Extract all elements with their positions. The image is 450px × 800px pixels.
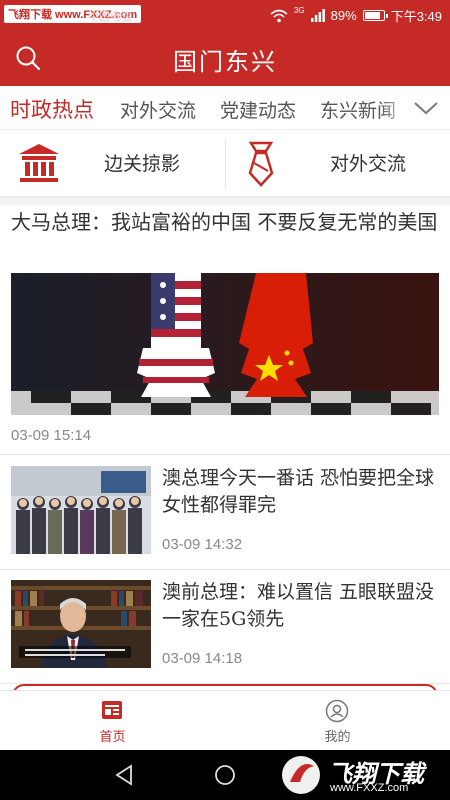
- list-item[interactable]: 澳前总理：难以置信 五眼联盟没一家在5G领先 03-09 14:18: [0, 570, 450, 684]
- nav-home[interactable]: 首页: [0, 691, 225, 751]
- headline-title: 大马总理：我站富裕的中国 不要反复无常的美国: [11, 210, 438, 234]
- signal-icon: [310, 9, 325, 22]
- wifi-icon: [270, 9, 288, 22]
- quick-link-label: 边关掠影: [104, 153, 181, 175]
- headline-article[interactable]: 大马总理：我站富裕的中国 不要反复无常的美国 03-09 15:14: [0, 205, 450, 455]
- battery-percent: 89%: [330, 8, 357, 23]
- tab-foreign-exchange[interactable]: 对外交流: [120, 96, 196, 123]
- system-nav-bar: 飞翔下载 www.FXXZ.com: [0, 750, 450, 800]
- status-icons: 3G 89% 下午3:49: [270, 6, 442, 25]
- category-tabs: 时政热点 对外交流 党建动态 东兴新闻: [0, 86, 450, 130]
- app-header: 国门东兴: [0, 30, 450, 86]
- clock: 下午3:49: [390, 9, 442, 24]
- article-time: 03-09 14:18: [162, 650, 243, 667]
- back-icon[interactable]: [113, 763, 137, 787]
- user-icon: [325, 699, 349, 723]
- watermark-logo: 飞翔下载 www.FXXZ.com: [280, 754, 440, 796]
- nav-profile[interactable]: 我的: [225, 691, 450, 751]
- nav-label: 我的: [324, 730, 351, 745]
- tab-party-building[interactable]: 党建动态: [220, 96, 296, 123]
- bottom-nav: 首页 我的: [0, 690, 450, 750]
- quick-link-border-scenes[interactable]: 边关掠影: [0, 131, 225, 197]
- watermark-icon: [282, 756, 320, 794]
- app-title: 国门东兴: [173, 48, 277, 76]
- article-thumbnail: [11, 466, 151, 554]
- home-icon[interactable]: [213, 763, 237, 787]
- battery-icon: [362, 10, 388, 21]
- status-bar: 飞翔下载 www.FXXZ.com 中国电信 3G 89% 下午3:49: [0, 0, 450, 30]
- headline-time: 03-09 15:14: [11, 427, 92, 444]
- article-time: 03-09 14:32: [162, 536, 243, 553]
- news-icon: [102, 701, 122, 719]
- nav-label: 首页: [99, 730, 126, 745]
- building-icon: [19, 144, 59, 182]
- article-title: 澳前总理：难以置信 五眼联盟没一家在5G领先: [162, 581, 435, 630]
- quick-links: 边关掠影 对外交流: [0, 131, 450, 197]
- headline-image: [11, 273, 439, 415]
- list-item[interactable]: 澳总理今天一番话 恐怕要把全球女性都得罪完 03-09 14:32: [0, 456, 450, 570]
- chevron-down-icon[interactable]: [412, 96, 440, 120]
- network-type: 3G: [293, 6, 305, 15]
- article-thumbnail: [11, 580, 151, 668]
- article-title: 澳总理今天一番话 恐怕要把全球女性都得罪完: [162, 467, 435, 516]
- carrier-label: 中国电信: [88, 11, 132, 23]
- quick-link-foreign-exchange[interactable]: 对外交流: [225, 131, 450, 197]
- quick-link-label: 对外交流: [330, 153, 407, 175]
- tie-icon: [248, 141, 274, 187]
- section-separator: [0, 197, 450, 205]
- tab-current-affairs[interactable]: 时政热点: [10, 94, 94, 124]
- watermark-url: www.FXXZ.com: [330, 782, 409, 794]
